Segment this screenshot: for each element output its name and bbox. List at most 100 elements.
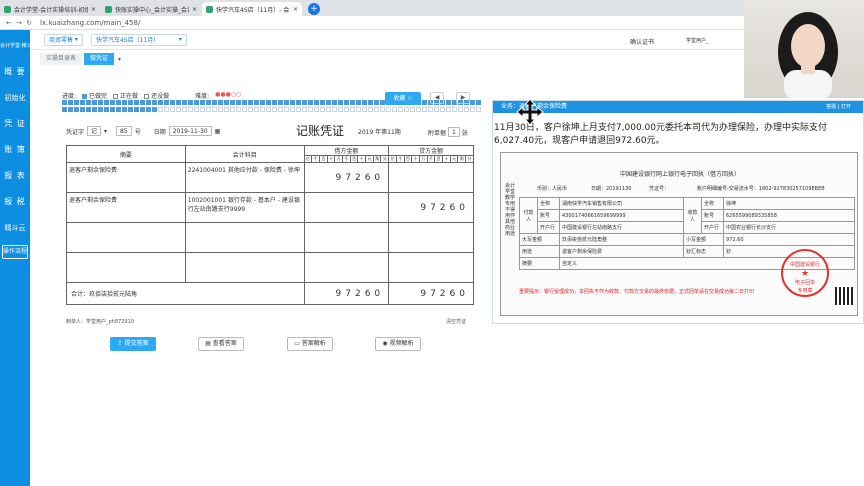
sidebar-item-ledger[interactable]: 账 簿	[0, 137, 30, 163]
attach-input[interactable]: 1	[448, 127, 460, 137]
forward-icon[interactable]: →	[14, 19, 24, 27]
clear-voucher-link[interactable]: 清空凭证	[446, 318, 466, 325]
progress-dot[interactable]	[332, 106, 337, 112]
progress-dot[interactable]	[398, 106, 403, 112]
progress-dot[interactable]	[188, 106, 193, 112]
progress-dot[interactable]	[440, 106, 445, 112]
progress-dot[interactable]	[410, 106, 415, 112]
progress-dot[interactable]	[296, 106, 301, 112]
progress-dot[interactable]	[164, 100, 169, 105]
progress-dot[interactable]	[116, 106, 121, 112]
progress-dot[interactable]	[464, 106, 469, 112]
progress-dot[interactable]	[62, 100, 67, 105]
progress-dot[interactable]	[374, 106, 379, 112]
back-icon[interactable]: ←	[4, 19, 14, 27]
progress-dot[interactable]	[128, 106, 133, 112]
progress-dot[interactable]	[266, 106, 271, 112]
progress-dot[interactable]	[146, 106, 151, 112]
progress-dot[interactable]	[146, 100, 151, 105]
chevron-down-icon[interactable]: ▾	[118, 56, 121, 63]
sidebar-item-jingdouyun[interactable]: 精斗云	[0, 215, 30, 241]
progress-dot[interactable]	[434, 106, 439, 112]
progress-dot[interactable]	[104, 106, 109, 112]
progress-dot[interactable]	[206, 100, 211, 105]
view-answer-button[interactable]: ▤ 查看答案	[198, 337, 244, 351]
progress-dot[interactable]	[200, 106, 205, 112]
progress-dot[interactable]	[350, 106, 355, 112]
progress-dot[interactable]	[230, 100, 235, 105]
sidebar-item-report[interactable]: 报 表	[0, 163, 30, 189]
progress-dot[interactable]	[212, 106, 217, 112]
progress-dot[interactable]	[110, 100, 115, 105]
progress-dot[interactable]	[392, 106, 397, 112]
progress-dot[interactable]	[302, 106, 307, 112]
progress-dot[interactable]	[332, 100, 337, 105]
progress-dot[interactable]	[476, 100, 481, 105]
progress-dot[interactable]	[380, 106, 385, 112]
progress-dot[interactable]	[194, 100, 199, 105]
progress-dot[interactable]	[320, 106, 325, 112]
progress-dot[interactable]	[296, 100, 301, 105]
progress-dot[interactable]	[422, 100, 427, 105]
progress-dot[interactable]	[254, 106, 259, 112]
progress-dot[interactable]	[176, 106, 181, 112]
new-tab-button[interactable]: +	[308, 3, 320, 15]
progress-dot[interactable]	[86, 100, 91, 105]
progress-dot[interactable]	[272, 100, 277, 105]
progress-dot[interactable]	[422, 106, 427, 112]
progress-dot[interactable]	[158, 100, 163, 105]
progress-dot[interactable]	[104, 100, 109, 105]
progress-dot[interactable]	[188, 100, 193, 105]
progress-dot[interactable]	[362, 106, 367, 112]
progress-dot[interactable]	[368, 100, 373, 105]
reload-icon[interactable]: ↻	[24, 19, 34, 27]
cert-link[interactable]: 确认证书	[630, 37, 654, 46]
company-select[interactable]: 快学汽车4S店（11月） ▾	[90, 33, 187, 46]
progress-dot[interactable]	[266, 100, 271, 105]
progress-dot[interactable]	[308, 100, 313, 105]
progress-dot[interactable]	[290, 100, 295, 105]
progress-dot[interactable]	[236, 100, 241, 105]
progress-dot[interactable]	[200, 100, 205, 105]
progress-dot[interactable]	[122, 106, 127, 112]
progress-dot[interactable]	[338, 100, 343, 105]
progress-dot[interactable]	[416, 106, 421, 112]
progress-dot[interactable]	[254, 100, 259, 105]
video-analysis-button[interactable]: ◉ 视频解析	[375, 337, 421, 351]
browser-tab-3[interactable]: 快学汽车4S店（11月）- 会计做账×	[202, 2, 302, 16]
table-row[interactable]	[66, 222, 474, 253]
progress-dot[interactable]	[344, 106, 349, 112]
progress-dot[interactable]	[314, 100, 319, 105]
progress-dot[interactable]	[218, 100, 223, 105]
progress-dot[interactable]	[344, 100, 349, 105]
progress-dot[interactable]	[152, 106, 157, 112]
progress-dot[interactable]	[236, 106, 241, 112]
progress-dot[interactable]	[68, 100, 73, 105]
url-input[interactable]: lx.kuaizhang.com/main_458/	[40, 19, 140, 27]
collect-button[interactable]: 收藏 ☆	[385, 92, 421, 105]
progress-dot[interactable]	[452, 106, 457, 112]
industry-select[interactable]: 商贸零售 ▾	[44, 33, 83, 46]
tab-catalog[interactable]: 实操目录表	[40, 53, 83, 65]
user-name[interactable]: 学堂用户_	[686, 37, 709, 44]
progress-dot[interactable]	[128, 100, 133, 105]
browser-tab-1[interactable]: 会计学堂-会计实操培训-初级中级×	[0, 2, 100, 16]
progress-dot[interactable]	[182, 106, 187, 112]
progress-dot[interactable]	[140, 106, 145, 112]
progress-dot[interactable]	[74, 100, 79, 105]
tab-make-voucher[interactable]: 做凭证	[84, 53, 115, 65]
progress-dot[interactable]	[356, 106, 361, 112]
progress-dot[interactable]	[86, 106, 91, 112]
voucher-number-input[interactable]: 85	[116, 126, 132, 136]
table-row[interactable]: 退客户剩余保险费 1002001001 银行存款 - 基本户 - 建设银行左站南…	[66, 192, 474, 223]
next-button[interactable]: ▶	[456, 92, 470, 104]
progress-dot[interactable]	[260, 100, 265, 105]
progress-dot[interactable]	[212, 100, 217, 105]
sidebar-item-tax[interactable]: 报 税	[0, 189, 30, 215]
calendar-icon[interactable]: ▦	[215, 128, 221, 135]
progress-dot[interactable]	[446, 100, 451, 105]
close-icon[interactable]: ×	[192, 6, 197, 13]
progress-dot[interactable]	[230, 106, 235, 112]
progress-dot[interactable]	[80, 100, 85, 105]
progress-dot[interactable]	[284, 100, 289, 105]
